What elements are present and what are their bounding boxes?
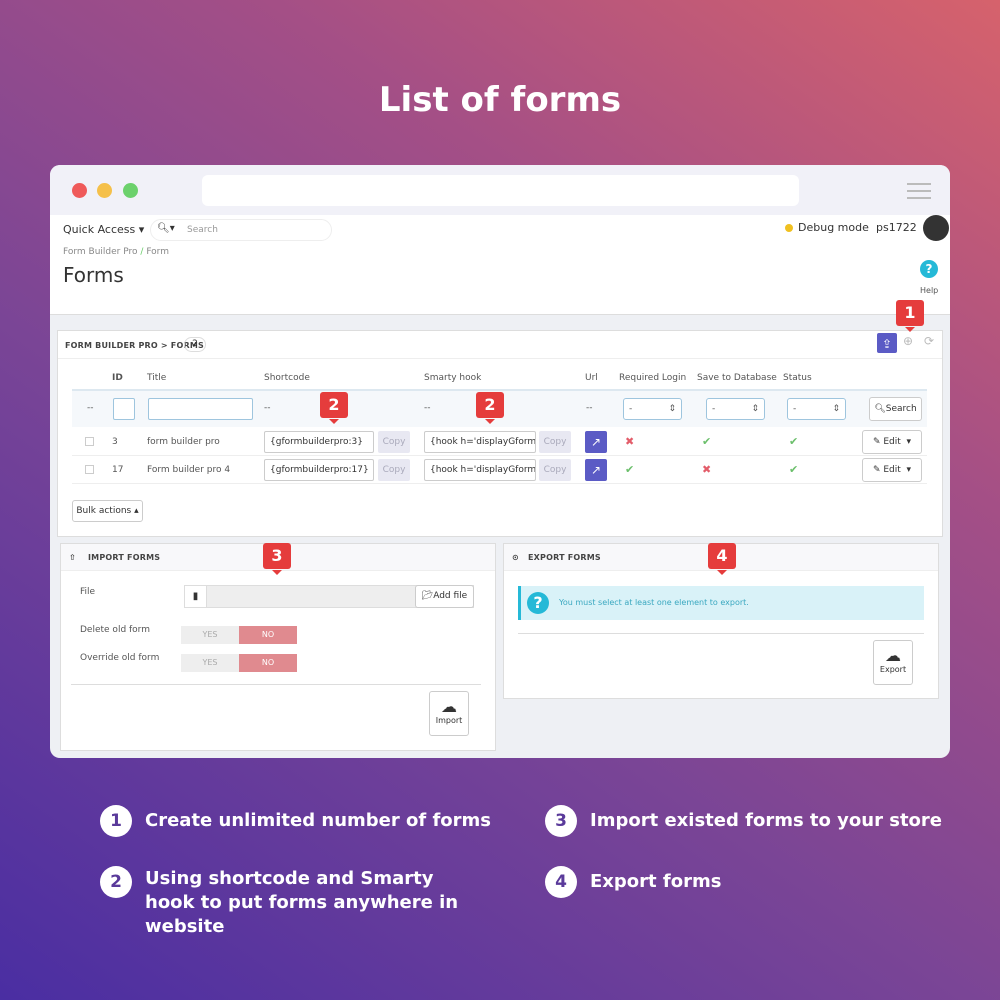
cross-icon[interactable]: ✖ [702, 463, 711, 476]
breadcrumb: Form Builder Pro / Form [63, 247, 169, 257]
row-title: form builder pro [147, 437, 220, 447]
row-id: 17 [112, 465, 124, 475]
col-id[interactable]: ID [112, 373, 123, 383]
search-icon: 🔍︎▾ [157, 223, 175, 234]
cloud-download-icon: ☁ [885, 646, 901, 665]
export-button[interactable]: ☁ Export [873, 640, 913, 685]
callout-1: 1 [896, 300, 924, 332]
shortcode-field[interactable]: {gformbuilderpro:3} [264, 431, 374, 453]
save-db-filter[interactable]: - ⇕ [706, 398, 765, 420]
file-input[interactable]: ▮ 📂︎Add file [184, 585, 474, 608]
help-label: Help [920, 286, 939, 295]
callout-2: 2 [476, 392, 504, 424]
bulk-actions-button[interactable]: Bulk actions ▴ [72, 500, 143, 522]
feature-number: 4 [545, 866, 577, 898]
upload-icon: ⇧ [69, 553, 76, 562]
menu-icon[interactable] [907, 183, 931, 185]
copy-hook-button[interactable]: Copy [539, 431, 571, 453]
cloud-upload-icon: ☁ [441, 697, 457, 716]
feature-text: Import existed forms to your store [590, 810, 942, 831]
export-list-button[interactable]: ⇪ [877, 333, 897, 353]
external-link-icon[interactable]: ↗ [585, 431, 607, 453]
callout-3: 3 [263, 543, 291, 575]
search-input[interactable]: Search [187, 225, 218, 235]
feature-text: Export forms [590, 871, 722, 892]
close-dot[interactable] [72, 183, 87, 198]
hook-field[interactable]: {hook h='displayGform' [424, 459, 536, 481]
shortcode-field[interactable]: {gformbuilderpro:17} [264, 459, 374, 481]
row-checkbox[interactable] [85, 465, 94, 474]
feature-text: Using shortcode and Smarty hook to put f… [145, 868, 459, 937]
col-url: Url [585, 373, 598, 383]
quick-access-menu[interactable]: Quick Access ▾ [63, 223, 144, 236]
callout-2: 2 [320, 392, 348, 424]
cross-icon[interactable]: ✖ [625, 435, 634, 448]
check-icon[interactable]: ✔ [625, 463, 634, 476]
table-row: 17 Form builder pro 4 {gformbuilderpro:1… [72, 456, 927, 484]
hook-field[interactable]: {hook h='displayGform' [424, 431, 536, 453]
feature-number: 2 [100, 866, 132, 898]
avatar[interactable] [923, 215, 949, 241]
check-icon[interactable]: ✔ [789, 463, 798, 476]
edit-button[interactable]: ✎ Edit ▾ [862, 458, 922, 482]
table-row: 3 form builder pro {gformbuilderpro:3} C… [72, 428, 927, 456]
copy-hook-button[interactable]: Copy [539, 459, 571, 481]
import-button[interactable]: ☁ Import [429, 691, 469, 736]
breadcrumb-current: Form [146, 247, 169, 257]
row-title: Form builder pro 4 [147, 465, 231, 475]
export-notice: ? You must select at least one element t… [518, 586, 924, 620]
debug-dot-icon [785, 224, 793, 232]
address-bar[interactable] [202, 175, 799, 206]
col-status[interactable]: Status [783, 373, 812, 383]
browser-window: Quick Access ▾ 🔍︎▾ Search Debug mode ps1… [50, 165, 950, 758]
col-shortcode: Shortcode [264, 373, 310, 383]
edit-button[interactable]: ✎ Edit ▾ [862, 430, 922, 454]
row-id: 3 [112, 437, 118, 447]
breadcrumb-link[interactable]: Form Builder Pro [63, 247, 138, 257]
row-checkbox[interactable] [85, 437, 94, 446]
refresh-icon[interactable]: ⟳ [924, 334, 934, 348]
check-icon[interactable]: ✔ [702, 435, 711, 448]
feature-text: Create unlimited number of forms [145, 810, 492, 831]
search-button[interactable]: 🔍︎Search [869, 397, 922, 421]
page-heading: List of forms [378, 80, 622, 120]
title-bar [50, 165, 950, 215]
copy-shortcode-button[interactable]: Copy [378, 459, 410, 481]
page-title: Forms [63, 263, 124, 287]
col-required-login[interactable]: Required Login [619, 373, 686, 383]
feature-number: 1 [100, 805, 132, 837]
import-title: IMPORT FORMS [88, 553, 161, 562]
help-icon[interactable]: ? [920, 260, 938, 278]
export-title: EXPORT FORMS [528, 553, 601, 562]
question-icon: ? [527, 592, 549, 614]
minimize-dot[interactable] [97, 183, 112, 198]
callout-4: 4 [708, 543, 736, 575]
username[interactable]: ps1722 [876, 221, 917, 234]
copy-shortcode-button[interactable]: Copy [378, 431, 410, 453]
feature-number: 3 [545, 805, 577, 837]
delete-old-toggle[interactable]: YES NO [181, 626, 298, 644]
required-login-filter[interactable]: - ⇕ [623, 398, 682, 420]
debug-mode[interactable]: Debug mode [798, 221, 869, 234]
id-filter[interactable] [113, 398, 135, 420]
check-icon[interactable]: ✔ [789, 435, 798, 448]
add-new-icon[interactable]: ⊕ [903, 334, 913, 348]
admin-header: Quick Access ▾ 🔍︎▾ Search Debug mode ps1… [50, 215, 950, 315]
file-icon: ▮ [185, 586, 207, 607]
search-box[interactable]: 🔍︎▾ Search [150, 219, 332, 241]
add-file-button[interactable]: 📂︎Add file [415, 585, 474, 608]
col-save-db[interactable]: Save to Database [697, 373, 777, 383]
external-link-icon[interactable]: ↗ [585, 459, 607, 481]
count-badge: 2 [184, 337, 206, 352]
maximize-dot[interactable] [123, 183, 138, 198]
export-icon: ⊙ [512, 553, 519, 562]
override-old-toggle[interactable]: YES NO [181, 654, 298, 672]
status-filter[interactable]: - ⇕ [787, 398, 846, 420]
title-filter[interactable] [148, 398, 253, 420]
col-title[interactable]: Title [147, 373, 166, 383]
col-smarty-hook: Smarty hook [424, 373, 482, 383]
